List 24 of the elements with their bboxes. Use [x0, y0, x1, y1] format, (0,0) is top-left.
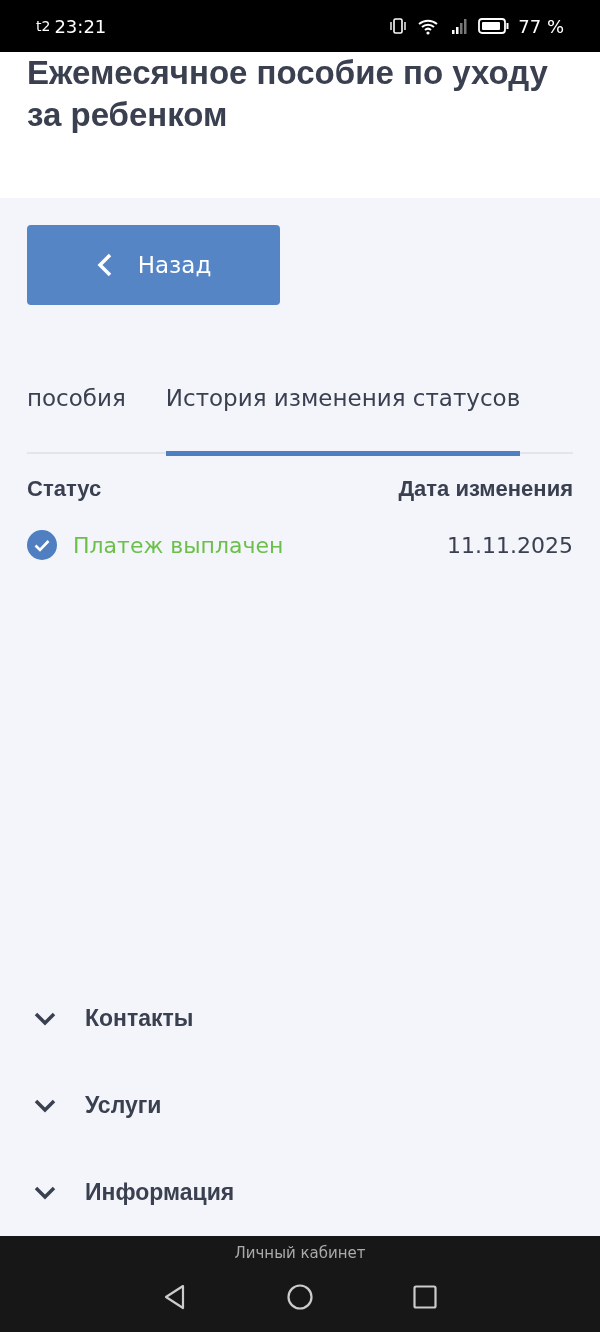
column-header: Статус	[27, 476, 102, 502]
accordion-item[interactable]: Контакты	[27, 975, 573, 1062]
date-text: 11.11.2025	[447, 532, 573, 558]
back-button[interactable]: Назад	[27, 225, 280, 305]
page-title: Ежемесячное пособие по уходу за ребенком	[27, 53, 549, 135]
column-header: Дата изменения	[398, 476, 573, 502]
accordion-label: Контакты	[85, 1005, 194, 1032]
app-label: Личный кабинет	[234, 1244, 366, 1262]
battery-icon	[478, 16, 511, 36]
vibrate-icon	[388, 16, 409, 36]
carrier-label: t2	[36, 18, 51, 34]
battery-percent: 77 %	[518, 15, 564, 37]
back-icon[interactable]	[163, 1284, 187, 1310]
accordion-label: Информация	[85, 1179, 235, 1206]
accordion-label: Услуги	[85, 1092, 162, 1119]
home-icon[interactable]	[287, 1284, 313, 1310]
status-text: Платеж выплачен	[73, 532, 284, 558]
tab[interactable]: История изменения статусов	[165, 375, 521, 456]
chevron-left-icon	[95, 252, 114, 278]
tab[interactable]: пособия	[27, 375, 126, 456]
clock: 23:21	[54, 15, 107, 37]
accordion-item[interactable]: Услуги	[27, 1062, 573, 1149]
recents-icon[interactable]	[413, 1285, 437, 1309]
accordion-item[interactable]: Информация	[27, 1149, 573, 1236]
